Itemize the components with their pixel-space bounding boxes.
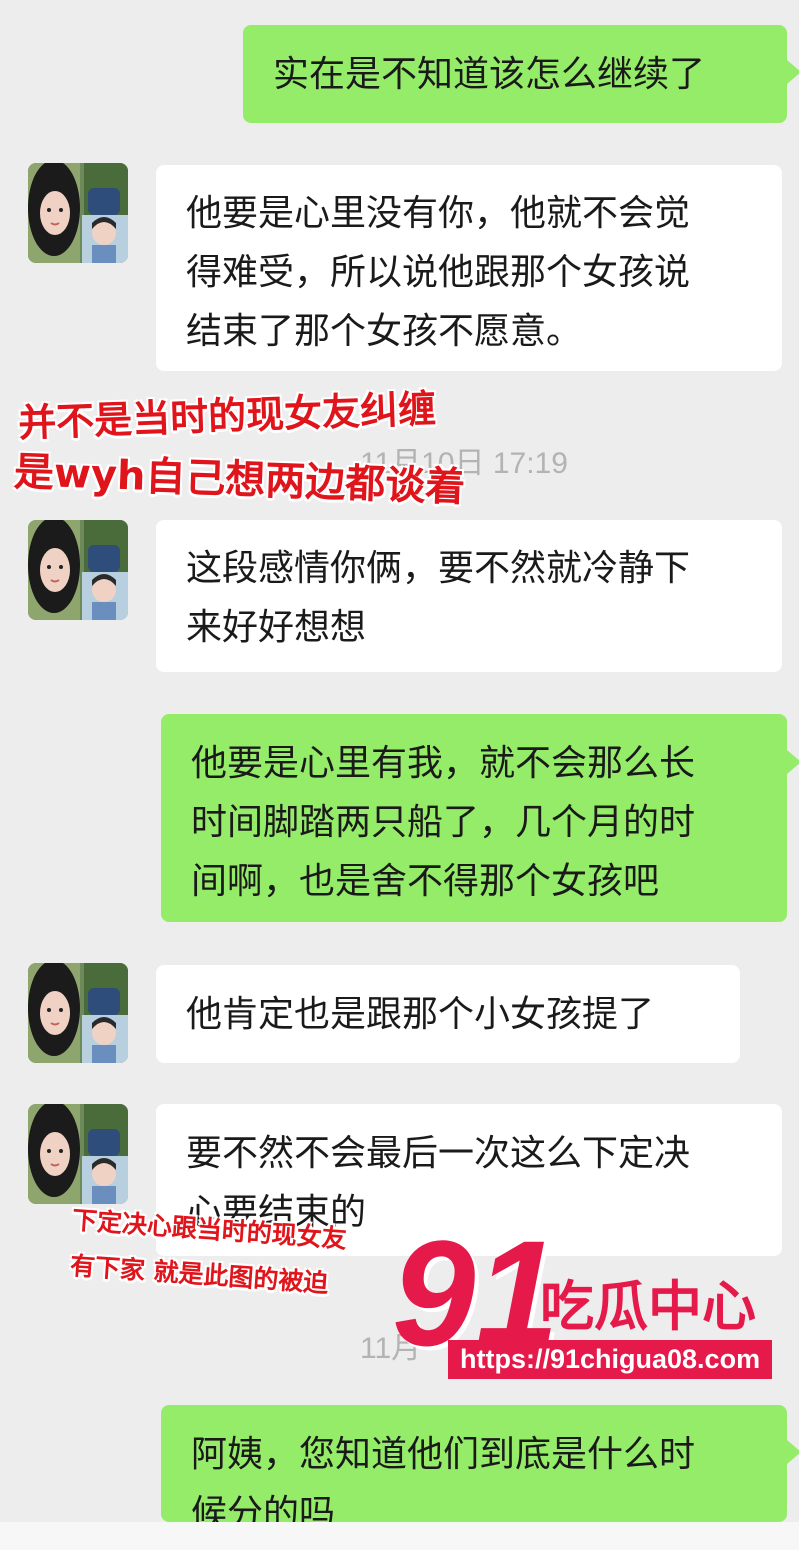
avatar-image-icon xyxy=(28,963,128,1063)
watermark-logo-text: 吃瓜中心 xyxy=(540,1275,756,1338)
bubble-tail xyxy=(787,60,799,84)
message-bubble-outgoing[interactable]: 他要是心里有我，就不会那么长 时间脚踏两只船了，几个月的时 间啊，也是舍不得那个… xyxy=(161,714,787,922)
avatar-image-icon xyxy=(28,1104,128,1204)
annotation-overlay: 并不是当时的现女友纠缠 xyxy=(17,386,437,446)
chat-input-bar[interactable] xyxy=(0,1522,799,1550)
avatar-image-icon xyxy=(28,163,128,263)
contact-avatar[interactable] xyxy=(28,1104,128,1204)
watermark-url: https://91chigua08.com xyxy=(448,1340,773,1379)
message-bubble-incoming[interactable]: 他肯定也是跟那个小女孩提了 xyxy=(156,965,740,1063)
message-bubble-outgoing[interactable]: 实在是不知道该怎么继续了 xyxy=(243,25,787,123)
avatar-image-icon xyxy=(28,520,128,620)
message-bubble-incoming[interactable]: 他要是心里没有你，他就不会觉 得难受，所以说他跟那个女孩说 结束了那个女孩不愿意… xyxy=(156,165,782,371)
contact-avatar[interactable] xyxy=(28,520,128,620)
contact-avatar[interactable] xyxy=(28,163,128,263)
bubble-tail xyxy=(787,750,799,774)
contact-avatar[interactable] xyxy=(28,963,128,1063)
message-bubble-outgoing[interactable]: 阿姨，您知道他们到底是什么时 候分的吗 xyxy=(161,1405,787,1522)
message-bubble-incoming[interactable]: 这段感情你俩，要不然就冷静下 来好好想想 xyxy=(156,520,782,672)
bubble-tail xyxy=(787,1440,799,1464)
